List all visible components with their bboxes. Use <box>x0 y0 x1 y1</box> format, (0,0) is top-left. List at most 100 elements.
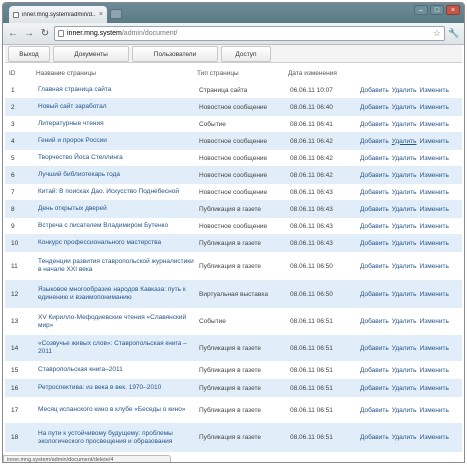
edit-link[interactable]: Изменить <box>420 172 449 179</box>
row-actions: Добавить Удалить Изменить <box>360 252 449 280</box>
row-page-name-link[interactable]: Ретроспектива: из века в век. 1970–2010 <box>38 379 198 397</box>
row-actions: Добавить Удалить Изменить <box>360 423 449 452</box>
menu-documents-button[interactable]: Документы <box>53 46 129 62</box>
delete-link[interactable]: Удалить <box>392 263 417 270</box>
edit-link[interactable]: Изменить <box>420 367 449 374</box>
address-bar[interactable]: inner.mng.system/admin/document/ ☆ <box>54 26 445 41</box>
edit-link[interactable]: Изменить <box>420 155 449 162</box>
add-link[interactable]: Добавить <box>360 155 389 162</box>
add-link[interactable]: Добавить <box>360 367 389 374</box>
tab-close-icon[interactable]: × <box>99 11 103 18</box>
row-page-name-link[interactable]: Новый сайт заработал <box>38 98 198 116</box>
row-date: 08.06.11 06:50 <box>290 290 333 298</box>
edit-link[interactable]: Изменить <box>420 407 449 414</box>
edit-link[interactable]: Изменить <box>420 385 449 392</box>
delete-link[interactable]: Удалить <box>392 318 417 325</box>
add-link[interactable]: Добавить <box>360 263 389 270</box>
edit-link[interactable]: Изменить <box>420 189 449 196</box>
edit-link[interactable]: Изменить <box>420 318 449 325</box>
edit-link[interactable]: Изменить <box>420 87 449 94</box>
minimize-button[interactable]: – <box>414 5 428 15</box>
row-page-name-link[interactable]: Тенденции развития ставропольской журнал… <box>38 252 198 280</box>
menu-users-button[interactable]: Пользователи <box>132 46 218 62</box>
edit-link[interactable]: Изменить <box>420 263 449 270</box>
edit-link[interactable]: Изменить <box>420 434 449 441</box>
row-page-name-link[interactable]: Литературные чтения <box>38 116 198 132</box>
menu-logout-button[interactable]: Выход <box>8 46 50 62</box>
maximize-button[interactable]: □ <box>430 5 444 15</box>
delete-link[interactable]: Удалить <box>392 367 417 374</box>
delete-link[interactable]: Удалить <box>392 104 417 111</box>
row-page-name-link[interactable]: Китай: В поисках Дао. Искусство Поднебес… <box>38 184 198 200</box>
row-page-name-link[interactable]: Конкурс профессионального мастерства <box>38 234 198 252</box>
close-window-button[interactable]: × <box>446 5 460 15</box>
add-link[interactable]: Добавить <box>360 291 389 298</box>
reload-icon[interactable]: ↻ <box>38 27 52 41</box>
row-page-name-link[interactable]: Месяц испанского кино в клубе «Беседы о … <box>38 397 198 423</box>
row-date: 08.06.11 06:51 <box>290 434 333 441</box>
add-link[interactable]: Добавить <box>360 318 389 325</box>
row-page-name-link[interactable]: «Созвучье живых слов»: Ставропольская кн… <box>38 335 198 361</box>
back-icon[interactable]: ← <box>6 27 20 41</box>
edit-link[interactable]: Изменить <box>420 291 449 298</box>
row-id: 4 <box>11 137 15 145</box>
delete-link[interactable]: Удалить <box>392 345 417 352</box>
add-link[interactable]: Добавить <box>360 121 389 128</box>
delete-link[interactable]: Удалить <box>392 291 417 298</box>
row-page-type: Публикация в газете <box>199 205 261 213</box>
add-link[interactable]: Добавить <box>360 223 389 230</box>
add-link[interactable]: Добавить <box>360 240 389 247</box>
row-page-name-link[interactable]: Лучший библиотекарь года <box>38 166 198 184</box>
add-link[interactable]: Добавить <box>360 434 389 441</box>
add-link[interactable]: Добавить <box>360 189 389 196</box>
edit-link[interactable]: Изменить <box>420 206 449 213</box>
menu-access-button[interactable]: Доступ <box>221 46 271 62</box>
forward-icon[interactable]: → <box>22 27 36 41</box>
header-date: Дата изменения <box>288 70 337 77</box>
bookmark-star-icon[interactable]: ☆ <box>433 28 441 39</box>
row-page-name-link[interactable]: Главная страница сайта <box>38 82 198 98</box>
delete-link[interactable]: Удалить <box>392 87 417 94</box>
new-tab-button[interactable] <box>110 9 122 19</box>
edit-link[interactable]: Изменить <box>420 240 449 247</box>
delete-link[interactable]: Удалить <box>392 240 417 247</box>
delete-link[interactable]: Удалить <box>392 385 417 392</box>
row-actions: Добавить Удалить Изменить <box>360 361 449 379</box>
delete-link[interactable]: Удалить <box>392 434 417 441</box>
row-page-name-link[interactable]: Встреча с писателем Владимиром Бутенко <box>38 218 198 234</box>
delete-link[interactable]: Удалить <box>392 172 417 179</box>
edit-link[interactable]: Изменить <box>420 223 449 230</box>
add-link[interactable]: Добавить <box>360 206 389 213</box>
add-link[interactable]: Добавить <box>360 385 389 392</box>
add-link[interactable]: Добавить <box>360 407 389 414</box>
add-link[interactable]: Добавить <box>360 87 389 94</box>
row-page-name-link[interactable]: День открытых дверей <box>38 200 198 218</box>
row-actions: Добавить Удалить Изменить <box>360 150 449 166</box>
row-date: 08.06.11 06:43 <box>290 188 333 196</box>
edit-link[interactable]: Изменить <box>420 138 449 145</box>
add-link[interactable]: Добавить <box>360 345 389 352</box>
edit-link[interactable]: Изменить <box>420 345 449 352</box>
edit-link[interactable]: Изменить <box>420 104 449 111</box>
delete-link[interactable]: Удалить <box>392 189 417 196</box>
delete-link[interactable]: Удалить <box>392 121 417 128</box>
add-link[interactable]: Добавить <box>360 172 389 179</box>
edit-link[interactable]: Изменить <box>420 121 449 128</box>
row-page-name-link[interactable]: XV Кирилло-Мефодиевские чтения «Славянск… <box>38 308 198 335</box>
delete-link[interactable]: Удалить <box>392 223 417 230</box>
table-row: 4 Гений и пророк России Новостное сообщени… <box>5 132 462 150</box>
browser-tab[interactable]: inner.mng.system/admin/d... × <box>9 6 107 23</box>
add-link[interactable]: Добавить <box>360 104 389 111</box>
delete-link[interactable]: Удалить <box>392 206 417 213</box>
row-page-name-link[interactable]: Творчество Йоса Стеллинга <box>38 150 198 166</box>
add-link[interactable]: Добавить <box>360 138 389 145</box>
row-page-name-link[interactable]: Ставропольская книга–2011 <box>38 361 198 379</box>
row-page-name-link[interactable]: Языковое многообразие народов Кавказа: п… <box>38 280 198 308</box>
delete-link[interactable]: Удалить <box>392 407 417 414</box>
delete-link[interactable]: Удалить <box>392 155 417 162</box>
address-host: inner.mng.system <box>67 30 122 37</box>
row-page-name-link[interactable]: Гений и пророк России <box>38 132 198 150</box>
wrench-icon[interactable]: 🔧 <box>447 28 461 39</box>
delete-link[interactable]: Удалить <box>392 138 417 145</box>
row-page-name-link[interactable]: На пути к устойчивому будущему: проблемы… <box>38 423 198 452</box>
